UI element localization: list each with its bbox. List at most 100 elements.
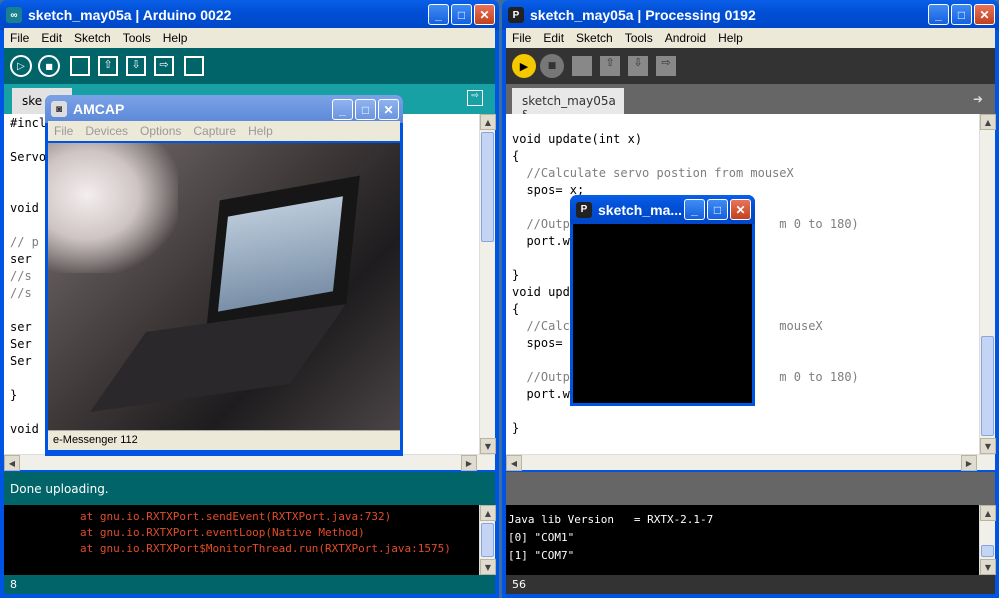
stop-button[interactable]: ■ (540, 54, 564, 78)
minimize-button[interactable]: _ (928, 4, 949, 25)
sketch-titlebar[interactable]: P sketch_ma... _ □ ✕ (570, 195, 755, 224)
arduino-menubar: File Edit Sketch Tools Help (4, 28, 495, 48)
maximize-button[interactable]: □ (451, 4, 472, 25)
processing-tabbar: sketch_may05a § ➜ (506, 84, 995, 122)
code-line: Ser (10, 354, 32, 368)
menu-options[interactable]: Options (134, 124, 187, 138)
code-line: #incl (10, 116, 47, 130)
scroll-up-button[interactable]: ▲ (980, 505, 996, 521)
code-line: //s (10, 269, 32, 283)
upload-button[interactable]: ⇨ (154, 56, 174, 76)
menu-edit[interactable]: Edit (537, 31, 570, 45)
menu-file[interactable]: File (506, 31, 537, 45)
serial-monitor-button[interactable] (184, 56, 204, 76)
menu-help[interactable]: Help (242, 124, 279, 138)
code-line: { (512, 149, 520, 163)
processing-toolbar: ▶ ■ ⇧ ⇩ ⇨ (506, 48, 995, 84)
minimize-button[interactable]: _ (428, 4, 449, 25)
console-line: Java lib Version = RXTX-2.1-7 (508, 513, 714, 526)
menu-file[interactable]: File (4, 31, 35, 45)
scroll-thumb[interactable] (981, 336, 994, 436)
stop-button[interactable]: ■ (38, 55, 60, 77)
console-vscrollbar[interactable]: ▲ ▼ (979, 505, 996, 575)
editor-vscrollbar[interactable]: ▲ ▼ (979, 114, 996, 454)
menu-sketch[interactable]: Sketch (68, 31, 117, 45)
processing-title: sketch_may05a | Processing 0192 (530, 7, 756, 23)
scroll-thumb[interactable] (481, 132, 494, 242)
sketch-title: sketch_ma... (598, 201, 683, 218)
new-button[interactable] (572, 56, 592, 76)
menu-edit[interactable]: Edit (35, 31, 68, 45)
code-line: { (512, 302, 520, 316)
console-line: [1] "COM7" (508, 549, 575, 562)
maximize-button[interactable]: □ (355, 99, 376, 120)
scroll-down-button[interactable]: ▼ (980, 559, 996, 575)
verify-button[interactable]: ▷ (10, 55, 32, 77)
processing-titlebar[interactable]: P sketch_may05a | Processing 0192 _ □ ✕ (502, 0, 999, 30)
minimize-button[interactable]: _ (332, 99, 353, 120)
scroll-thumb[interactable] (481, 523, 494, 557)
console-line: [0] "COM1" (508, 531, 575, 544)
code-line: ser (10, 252, 32, 266)
close-button[interactable]: ✕ (730, 199, 751, 220)
code-line: Servo (10, 150, 47, 164)
scroll-right-button[interactable]: ▶ (461, 455, 477, 471)
code-line: void (10, 201, 39, 215)
menu-android[interactable]: Android (659, 31, 712, 45)
code-line: Ser (10, 337, 32, 351)
scroll-left-button[interactable]: ◀ (4, 455, 20, 471)
code-line: // p (10, 235, 39, 249)
menu-devices[interactable]: Devices (79, 124, 134, 138)
maximize-button[interactable]: □ (951, 4, 972, 25)
scroll-right-button[interactable]: ▶ (961, 455, 977, 471)
menu-sketch[interactable]: Sketch (570, 31, 619, 45)
processing-status-bar (506, 472, 995, 505)
code-line: void (10, 422, 39, 436)
open-button[interactable]: ⇧ (600, 56, 620, 76)
scroll-up-button[interactable]: ▲ (480, 114, 496, 130)
scroll-down-button[interactable]: ▼ (980, 438, 996, 454)
run-button[interactable]: ▶ (512, 54, 536, 78)
open-button[interactable]: ⇧ (98, 56, 118, 76)
maximize-button[interactable]: □ (707, 199, 728, 220)
tab-menu-icon[interactable]: ⇨ (467, 90, 483, 106)
arduino-titlebar[interactable]: ∞ sketch_may05a | Arduino 0022 _ □ ✕ (0, 0, 499, 30)
scroll-down-button[interactable]: ▼ (480, 559, 496, 575)
save-button[interactable]: ⇩ (126, 56, 146, 76)
scroll-up-button[interactable]: ▲ (480, 505, 496, 521)
editor-vscrollbar[interactable]: ▲ ▼ (479, 114, 496, 454)
menu-tools[interactable]: Tools (619, 31, 659, 45)
arduino-title: sketch_may05a | Arduino 0022 (28, 7, 232, 23)
menu-help[interactable]: Help (712, 31, 749, 45)
save-button[interactable]: ⇩ (628, 56, 648, 76)
new-button[interactable] (70, 56, 90, 76)
processing-line-bar: 56 (506, 575, 995, 594)
arduino-status-bar: Done uploading. (4, 472, 495, 505)
processing-tab[interactable]: sketch_may05a § (512, 88, 624, 122)
scroll-up-button[interactable]: ▲ (980, 114, 996, 130)
webcam-preview (48, 143, 400, 430)
menu-file[interactable]: File (48, 124, 79, 138)
scroll-down-button[interactable]: ▼ (480, 438, 496, 454)
amcap-status: e-Messenger 112 (48, 430, 400, 450)
amcap-title: AMCAP (73, 101, 125, 117)
editor-hscrollbar[interactable]: ◀ ▶ (506, 454, 995, 471)
console-vscrollbar[interactable]: ▲ ▼ (479, 505, 496, 575)
code-line: port.wr (512, 387, 578, 401)
minimize-button[interactable]: _ (684, 199, 705, 220)
code-line: port.wr (512, 234, 578, 248)
menu-capture[interactable]: Capture (187, 124, 242, 138)
scroll-thumb[interactable] (981, 545, 994, 557)
menu-tools[interactable]: Tools (117, 31, 157, 45)
menu-help[interactable]: Help (157, 31, 194, 45)
amcap-titlebar[interactable]: ◙ AMCAP _ □ ✕ (45, 95, 403, 123)
close-button[interactable]: ✕ (474, 4, 495, 25)
close-button[interactable]: ✕ (378, 99, 399, 120)
scroll-left-button[interactable]: ◀ (506, 455, 522, 471)
tab-menu-icon[interactable]: ➜ (973, 92, 983, 106)
export-button[interactable]: ⇨ (656, 56, 676, 76)
close-button[interactable]: ✕ (974, 4, 995, 25)
editor-hscrollbar[interactable]: ◀ ▶ (4, 454, 495, 471)
processing-logo-icon: P (508, 7, 524, 23)
sketch-canvas[interactable] (573, 224, 752, 403)
